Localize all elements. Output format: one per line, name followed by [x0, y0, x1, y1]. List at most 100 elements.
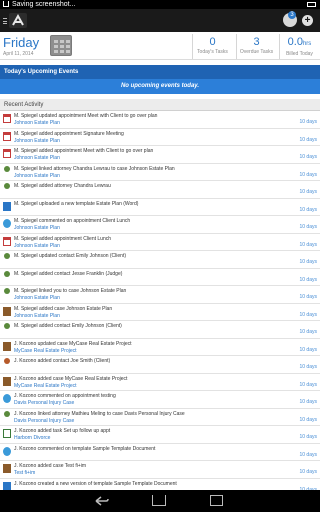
- app-logo-icon[interactable]: [9, 13, 27, 28]
- activity-row[interactable]: M. Spiegel added appointment Client Lunc…: [0, 233, 320, 251]
- activity-row[interactable]: M. Spiegel added case Johnson Estate Pla…: [0, 303, 320, 321]
- activity-case-link[interactable]: Johnson Estate Plan: [14, 120, 60, 126]
- notification-badge: 3: [288, 11, 296, 19]
- activity-row[interactable]: J. Kozono added contact Joe Smith (Clien…: [0, 356, 320, 374]
- activity-row[interactable]: J. Kozono updated case MyCase Real Estat…: [0, 338, 320, 356]
- person-icon: [4, 183, 10, 189]
- navigation-bar: [0, 490, 320, 512]
- activity-time: 10 days: [299, 469, 317, 475]
- overdue-tasks-label: Overdue Tasks: [239, 49, 274, 55]
- activity-case-link[interactable]: MyCase Real Estate Project: [14, 383, 77, 389]
- activity-time: 10 days: [299, 136, 317, 143]
- activity-time: 10 days: [299, 224, 317, 230]
- activity-time: 10 days: [299, 154, 317, 160]
- activity-row[interactable]: M. Spiegel added contact Emily Johnson (…: [0, 321, 320, 339]
- comment-icon: [3, 446, 11, 456]
- activity-time: 10 days: [299, 329, 317, 335]
- activity-row[interactable]: J. Kozono linked attorney Mathieu Meling…: [0, 408, 320, 426]
- activity-text: J. Kozono commented on appointment testi…: [14, 393, 116, 399]
- activity-time: 10 days: [299, 189, 317, 195]
- activity-text: M. Spiegel added appointment Client Lunc…: [14, 235, 112, 242]
- battery-icon: [307, 2, 316, 7]
- activity-row[interactable]: M. Spiegel added appointment Signature M…: [0, 128, 320, 146]
- activity-case-link[interactable]: Johnson Estate Plan: [14, 138, 60, 144]
- activity-case-link[interactable]: Test fi+im: [14, 470, 35, 476]
- activity-row[interactable]: M. Spiegel added appointment Meet with C…: [0, 146, 320, 164]
- billed-today-unit: hrs: [302, 41, 312, 47]
- activity-case-link[interactable]: Johnson Estate Plan: [14, 243, 60, 249]
- person-icon: [4, 165, 10, 172]
- activity-row[interactable]: J. Kozono added case MyCase Real Estate …: [0, 373, 320, 391]
- activity-row[interactable]: M. Spiegel added contact Jesse Franklin …: [0, 268, 320, 286]
- todays-tasks-stat[interactable]: 0 Today's Tasks: [192, 34, 232, 59]
- activity-text: J. Kozono updated case MyCase Real Estat…: [14, 340, 132, 347]
- activity-text: J. Kozono added case MyCase Real Estate …: [14, 375, 128, 382]
- activity-time: 10 days: [299, 346, 317, 353]
- download-icon: [3, 1, 9, 7]
- activity-text: J. Kozono added case Test fi+im: [14, 463, 87, 469]
- activity-row[interactable]: M. Spiegel added attorney Chandra Lewrau…: [0, 181, 320, 199]
- activity-text: M. Spiegel commented on appointment Clie…: [14, 218, 131, 224]
- billed-today-stat[interactable]: 0.0hrs Billed Today: [279, 34, 319, 59]
- person-icon: [4, 410, 10, 417]
- action-bar: 3 +: [0, 9, 320, 32]
- recent-apps-icon[interactable]: [210, 495, 223, 506]
- activity-case-link[interactable]: Johnson Estate Plan: [14, 313, 60, 319]
- activity-row[interactable]: M. Spiegel updated contact Emily Johnson…: [0, 251, 320, 269]
- back-icon[interactable]: [95, 496, 109, 506]
- activity-case-link[interactable]: Johnson Estate Plan: [14, 173, 60, 179]
- upcoming-events-empty: No upcoming events today.: [0, 79, 320, 94]
- activity-text: M. Spiegel uploaded a new template Estat…: [14, 200, 139, 207]
- activity-text: M. Spiegel updated appointment Meet with…: [14, 113, 158, 119]
- activity-row[interactable]: M. Spiegel linked you to case Johnson Es…: [0, 286, 320, 304]
- activity-text: J. Kozono added contact Joe Smith (Clien…: [14, 358, 111, 364]
- activity-case-link[interactable]: Johnson Estate Plan: [14, 295, 60, 301]
- activity-case-link[interactable]: Davis Personal Injury Case: [14, 418, 74, 424]
- activity-text: M. Spiegel linked attorney Chandra Lewra…: [14, 165, 175, 172]
- activity-row[interactable]: M. Spiegel commented on appointment Clie…: [0, 216, 320, 234]
- briefcase-icon: [3, 464, 11, 473]
- activity-case-link[interactable]: Davis Personal Injury Case: [14, 400, 74, 406]
- activity-time: 10 days: [299, 399, 317, 405]
- activity-text: M. Spiegel linked you to case Johnson Es…: [14, 288, 127, 294]
- add-icon[interactable]: +: [302, 15, 313, 26]
- activity-case-link[interactable]: Johnson Estate Plan: [14, 155, 60, 161]
- home-icon[interactable]: [152, 495, 166, 506]
- calendar-icon: [3, 236, 11, 246]
- activity-text: M. Spiegel added attorney Chandra Lewrau: [14, 183, 111, 189]
- activity-time: 10 days: [299, 119, 317, 125]
- calendar-icon: [3, 131, 11, 141]
- activity-time: 10 days: [299, 311, 317, 318]
- todays-tasks-label: Today's Tasks: [197, 49, 228, 55]
- activity-text: M. Spiegel added appointment Signature M…: [14, 130, 124, 137]
- activity-row[interactable]: J. Kozono commented on template Sample T…: [0, 443, 320, 461]
- status-bar: Saving screenshot...: [0, 0, 320, 9]
- billed-today-value: 0.0hrs: [287, 36, 312, 48]
- activity-time: 10 days: [299, 381, 317, 388]
- activity-row[interactable]: J. Kozono commented on appointment testi…: [0, 391, 320, 409]
- activity-row[interactable]: J. Kozono added case Test fi+im Test fi+i…: [0, 461, 320, 479]
- activity-text: M. Spiegel added contact Jesse Franklin …: [14, 270, 123, 277]
- activity-case-link[interactable]: Harborn Divorce: [14, 435, 50, 441]
- activity-text: J. Kozono linked attorney Mathieu Meling…: [14, 410, 185, 417]
- activity-time: 10 days: [299, 171, 317, 178]
- status-text: Saving screenshot...: [12, 1, 76, 8]
- task-icon: [3, 429, 11, 438]
- overdue-tasks-count: 3: [253, 36, 260, 48]
- drawer-menu-icon[interactable]: [3, 18, 7, 24]
- activity-case-link[interactable]: MyCase Real Estate Project: [14, 348, 77, 354]
- activity-time: 10 days: [299, 206, 317, 213]
- overdue-tasks-stat[interactable]: 3 Overdue Tasks: [236, 34, 276, 59]
- activity-row[interactable]: M. Spiegel updated appointment Meet with…: [0, 111, 320, 129]
- activity-time: 10 days: [299, 241, 317, 248]
- activity-row[interactable]: M. Spiegel uploaded a new template Estat…: [0, 198, 320, 216]
- activity-time: 10 days: [299, 294, 317, 300]
- activity-case-link[interactable]: Johnson Estate Plan: [14, 225, 60, 231]
- comment-icon: [3, 219, 11, 228]
- activity-text: M. Spiegel updated contact Emily Johnson…: [14, 253, 127, 259]
- activity-time: 10 days: [299, 364, 317, 370]
- activity-row[interactable]: J. Kozono added task Set up follow up ap…: [0, 426, 320, 444]
- activity-row[interactable]: M. Spiegel linked attorney Chandra Lewra…: [0, 163, 320, 181]
- recent-activity-title: Recent Activity: [0, 99, 320, 111]
- calendar-icon[interactable]: [50, 35, 72, 56]
